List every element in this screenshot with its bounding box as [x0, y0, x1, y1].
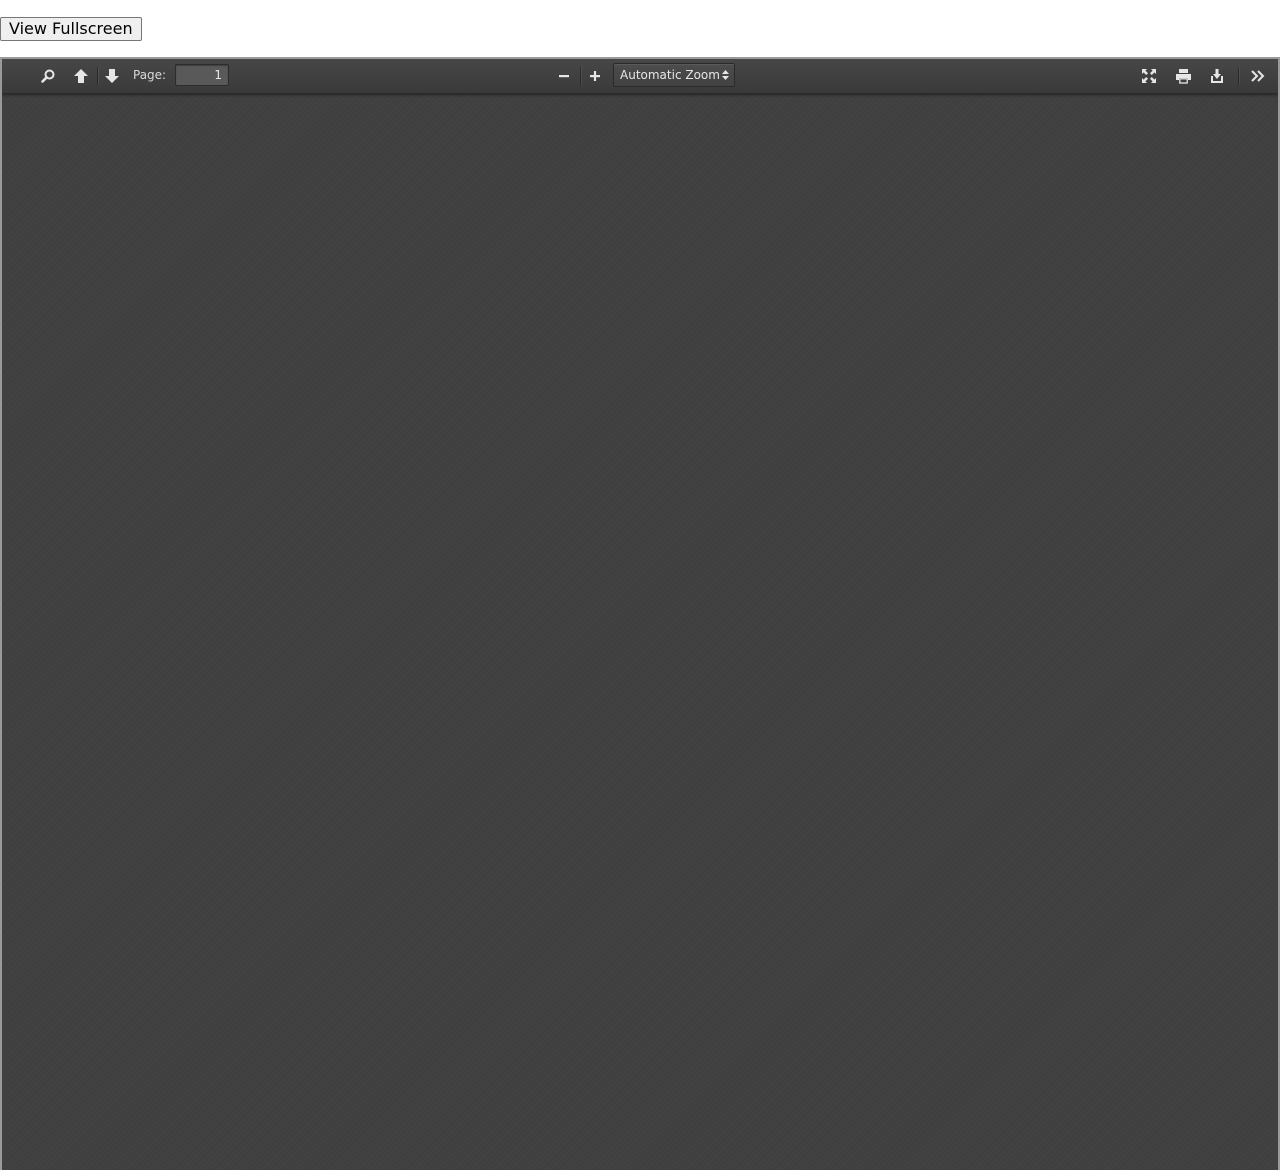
download-button[interactable]: [1204, 63, 1230, 89]
toolbar-separator: [1238, 67, 1239, 85]
toolbar-separator: [97, 67, 98, 85]
select-arrows-icon: [722, 70, 729, 80]
double-chevron-right-icon: [1251, 70, 1265, 82]
arrow-down-icon: [105, 69, 119, 83]
print-icon: [1175, 69, 1191, 84]
document-canvas[interactable]: [2, 94, 1278, 1170]
secondary-toolbar-toggle[interactable]: [1245, 63, 1271, 89]
fullscreen-icon: [1142, 69, 1156, 83]
page-label: Page:: [133, 68, 167, 82]
previous-page-button[interactable]: [68, 63, 94, 89]
toolbar-separator: [580, 67, 581, 85]
search-icon: [41, 69, 55, 83]
print-button[interactable]: [1170, 63, 1196, 89]
download-icon: [1211, 69, 1223, 83]
minus-icon: [559, 75, 569, 78]
find-button[interactable]: [35, 63, 61, 89]
next-page-button[interactable]: [99, 63, 125, 89]
zoom-out-button[interactable]: [551, 63, 577, 89]
viewer-toolbar: Page: Automatic Zoom: [2, 59, 1278, 94]
zoom-in-button[interactable]: [582, 63, 608, 89]
presentation-mode-button[interactable]: [1136, 63, 1162, 89]
pdf-viewer: Page: Automatic Zoom: [0, 57, 1280, 1170]
zoom-select[interactable]: Automatic Zoom: [613, 63, 735, 87]
view-fullscreen-button[interactable]: View Fullscreen: [0, 17, 142, 41]
page-number-input[interactable]: [175, 64, 229, 86]
zoom-select-value: Automatic Zoom: [620, 68, 720, 82]
plus-icon: [590, 71, 600, 81]
arrow-up-icon: [74, 69, 88, 83]
